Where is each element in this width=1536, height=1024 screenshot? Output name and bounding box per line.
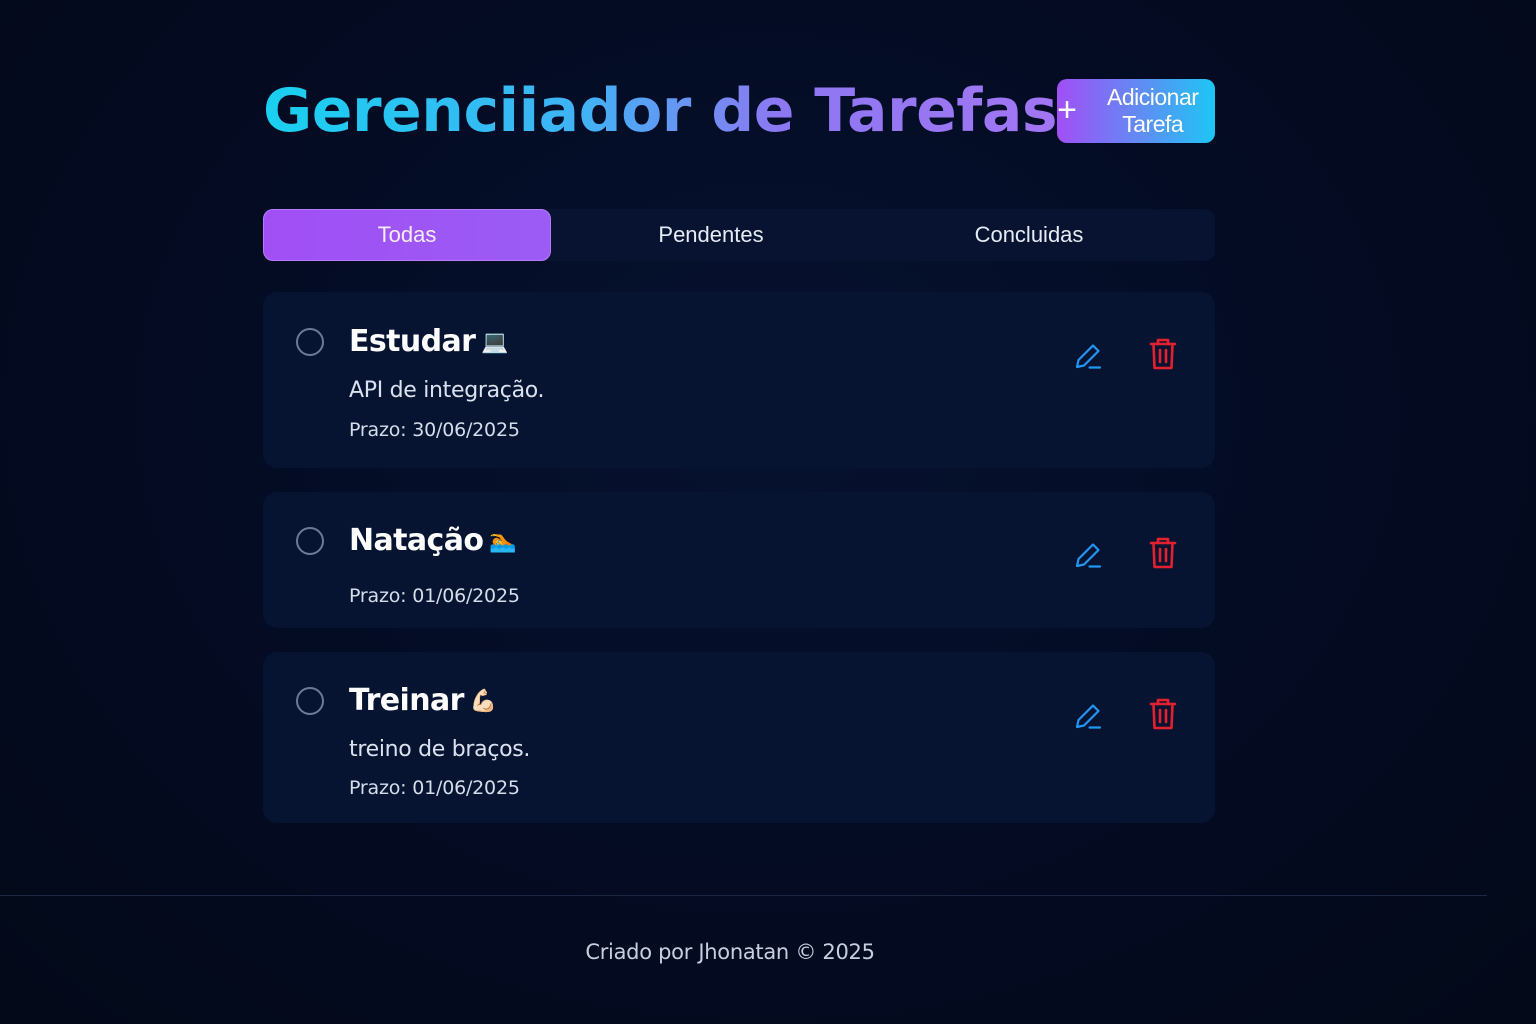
tab-todas[interactable]: Todas — [263, 209, 551, 261]
tab-concluidas[interactable]: Concluidas — [871, 209, 1187, 261]
task-complete-toggle[interactable] — [296, 328, 324, 356]
task-card: Treinar 💪🏻 treino de braços. Prazo: 01/06… — [263, 652, 1215, 823]
page-title: Gerenciiador de Tarefas — [263, 76, 1058, 146]
task-due-date: Prazo: 30/06/2025 — [349, 419, 520, 441]
delete-button[interactable] — [1145, 535, 1181, 571]
task-card: Estudar 💻 API de integração. Prazo: 30/06… — [263, 292, 1215, 468]
task-description: treino de braços. — [349, 737, 531, 762]
task-title-text: Estudar — [349, 324, 476, 359]
pencil-icon — [1075, 704, 1102, 729]
delete-button[interactable] — [1145, 696, 1181, 732]
edit-button[interactable] — [1070, 338, 1106, 374]
laptop-emoji: 💻 — [481, 330, 509, 355]
task-title: Natação 🏊 — [349, 523, 517, 558]
add-task-label: Adicionar Tarefa — [1107, 84, 1199, 137]
task-complete-toggle[interactable] — [296, 527, 324, 555]
footer-divider — [0, 895, 1487, 896]
task-title-text: Natação — [349, 523, 484, 558]
filter-tabs: Todas Pendentes Concluidas — [263, 209, 1215, 261]
task-due-date: Prazo: 01/06/2025 — [349, 585, 520, 607]
plus-icon: + — [1057, 90, 1077, 129]
header: Gerenciiador de Tarefas + Adicionar Tare… — [263, 76, 1215, 146]
add-task-button[interactable]: + Adicionar Tarefa — [1057, 79, 1215, 143]
task-title-text: Treinar — [349, 683, 464, 718]
swimmer-emoji: 🏊 — [489, 529, 517, 554]
flexed-biceps-emoji: 💪🏻 — [469, 689, 497, 714]
tab-pendentes[interactable]: Pendentes — [551, 209, 871, 261]
edit-button[interactable] — [1070, 698, 1106, 734]
task-complete-toggle[interactable] — [296, 687, 324, 715]
trash-icon — [1149, 698, 1177, 730]
task-title: Estudar 💻 — [349, 324, 509, 359]
trash-icon — [1149, 338, 1177, 370]
task-description: API de integração. — [349, 378, 545, 403]
task-card: Natação 🏊 Prazo: 01/06/2025 — [263, 492, 1215, 628]
pencil-icon — [1075, 543, 1102, 568]
pencil-icon — [1075, 344, 1102, 369]
footer-credit: Criado por Jhonatan © 2025 — [585, 940, 875, 964]
task-due-date: Prazo: 01/06/2025 — [349, 777, 520, 799]
delete-button[interactable] — [1145, 336, 1181, 372]
task-title: Treinar 💪🏻 — [349, 683, 497, 718]
edit-button[interactable] — [1070, 537, 1106, 573]
trash-icon — [1149, 537, 1177, 569]
